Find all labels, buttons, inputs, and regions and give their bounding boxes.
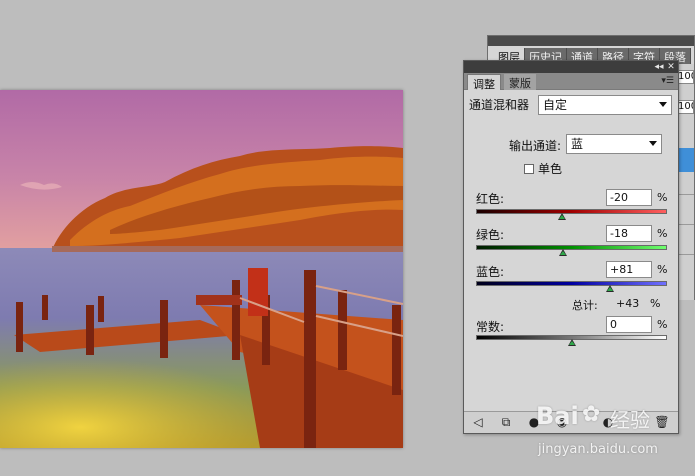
red-slider-handle[interactable] (557, 213, 566, 220)
output-channel-value: 蓝 (571, 137, 584, 151)
watermark-url: jingyan.baidu.com (538, 442, 658, 457)
tab-adjustments[interactable]: 调整 (467, 74, 501, 91)
adjustments-panel[interactable]: ◂◂ ✕ 调整 蒙版 ▾☰ 通道混和器 自定 输出通道: 蓝 单色 红色: -2… (463, 60, 679, 434)
preset-label: 通道混和器 (469, 98, 530, 112)
collapse-icon[interactable]: ◂◂ (654, 62, 664, 72)
red-slider[interactable] (476, 209, 667, 214)
total-label: 总计: (572, 299, 598, 312)
constant-slider-handle[interactable] (567, 339, 576, 346)
green-slider-handle[interactable] (558, 249, 567, 256)
back-arrow-icon[interactable]: ◁ (470, 415, 486, 430)
green-slider[interactable] (476, 245, 667, 250)
red-input[interactable]: -20 (606, 189, 652, 206)
photo-canvas[interactable] (0, 90, 403, 448)
clip-to-layer-icon[interactable]: ⧉ (498, 415, 514, 430)
red-percent: % (657, 191, 668, 204)
blue-input[interactable]: +81 (606, 261, 652, 278)
baidu-watermark: Bai ✿ 经验 jingyan.baidu.com (536, 402, 686, 466)
green-label: 绿色: (476, 228, 505, 242)
output-channel-label: 输出通道: (509, 139, 562, 153)
tab-masks[interactable]: 蒙版 (504, 74, 536, 90)
preset-dropdown[interactable]: 自定 (538, 95, 672, 115)
constant-percent: % (657, 318, 668, 331)
blue-slider[interactable] (476, 281, 667, 286)
total-percent: % (650, 297, 661, 310)
panel-header-bar[interactable] (488, 36, 694, 46)
paw-icon: ✿ (582, 402, 601, 427)
chevron-down-icon (659, 102, 667, 107)
monochrome-checkbox[interactable] (524, 164, 534, 174)
blue-label: 蓝色: (476, 265, 505, 279)
chevron-down-icon (649, 141, 657, 146)
watermark-brand: Bai (536, 402, 579, 430)
panel-menu-icon[interactable]: ▾☰ (661, 76, 674, 86)
close-icon[interactable]: ✕ (666, 62, 676, 72)
adjustments-tabs: 调整 蒙版 ▾☰ (464, 73, 678, 91)
preset-value: 自定 (543, 98, 568, 112)
output-channel-dropdown[interactable]: 蓝 (566, 134, 662, 154)
total-value: +43 (616, 297, 640, 310)
blue-percent: % (657, 263, 668, 276)
blue-slider-handle[interactable] (606, 285, 615, 292)
green-input[interactable]: -18 (606, 225, 652, 242)
constant-label: 常数: (476, 320, 505, 334)
panel-header-bar[interactable]: ◂◂ ✕ (464, 61, 678, 73)
pier-photo (0, 90, 403, 448)
red-label: 红色: (476, 192, 505, 206)
constant-input[interactable]: 0 (606, 316, 652, 333)
green-percent: % (657, 227, 668, 240)
monochrome-label: 单色 (538, 162, 563, 176)
watermark-brand-suffix: 经验 (610, 408, 650, 432)
